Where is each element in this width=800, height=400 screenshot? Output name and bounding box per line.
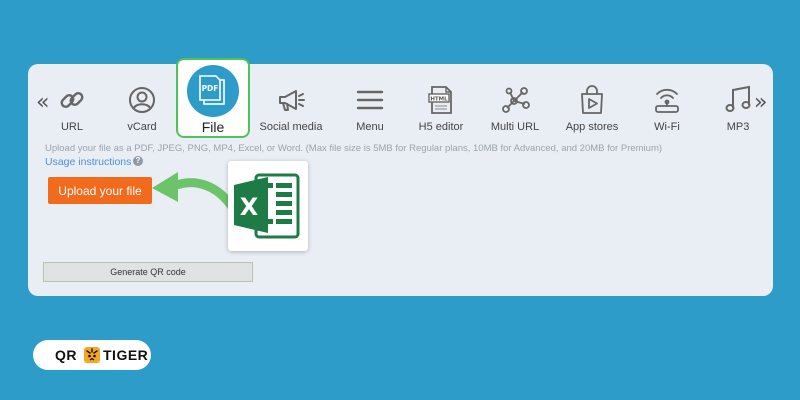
network-nodes-icon	[502, 87, 530, 113]
tab-file-label: File	[201, 119, 225, 135]
tab-app-stores[interactable]: App stores	[552, 84, 632, 133]
logo-text-left: QR	[55, 347, 77, 363]
html-icon-text: HTML	[430, 97, 448, 103]
file-tab-badge: PDF	[187, 65, 239, 117]
pdf-file-icon: PDF	[199, 75, 225, 105]
tab-h5-editor-label: H5 editor	[418, 121, 464, 133]
logo-text-right: TIGER	[103, 347, 149, 363]
tab-vcard-label: vCard	[127, 121, 157, 133]
tab-menu[interactable]: Menu	[330, 84, 410, 133]
tab-app-stores-label: App stores	[565, 121, 619, 133]
upload-file-button[interactable]: Upload your file	[48, 177, 152, 204]
help-icon[interactable]: ?	[133, 156, 143, 166]
tab-social-media[interactable]: Social media	[251, 84, 331, 133]
excel-icon: X	[234, 173, 300, 239]
shopping-bag-play-icon	[581, 85, 603, 114]
music-note-icon	[725, 85, 751, 112]
tab-url[interactable]: URL	[32, 84, 112, 133]
tab-mp3[interactable]: MP3	[698, 84, 778, 133]
tab-wifi[interactable]: Wi-Fi	[627, 84, 707, 133]
upload-instructions: Upload your file as a PDF, JPEG, PNG, MP…	[45, 143, 663, 154]
qr-type-tabs: URL vCard PDF File Social media Menu HTM…	[0, 0, 800, 150]
pdf-icon-text: PDF	[202, 84, 219, 93]
qr-tiger-logo: QR TIGER	[33, 340, 151, 370]
tab-file[interactable]: PDF File	[176, 58, 250, 138]
excel-icon-letter: X	[240, 193, 259, 221]
usage-instructions-link[interactable]: Usage instructions	[45, 156, 131, 168]
tab-url-label: URL	[60, 121, 83, 133]
tab-h5-editor[interactable]: HTML H5 editor	[401, 84, 481, 133]
tab-social-media-label: Social media	[259, 121, 323, 133]
curved-arrow-icon	[152, 172, 238, 214]
user-circle-icon	[129, 87, 155, 113]
tab-menu-label: Menu	[356, 121, 384, 133]
tab-multi-url[interactable]: Multi URL	[475, 84, 555, 133]
excel-file-card: X	[228, 161, 308, 251]
generate-qr-code-button[interactable]: Generate QR code	[43, 262, 253, 282]
tab-multi-url-label: Multi URL	[490, 121, 540, 133]
tab-mp3-label: MP3	[726, 121, 750, 133]
hamburger-menu-icon	[356, 90, 384, 110]
tiger-face-icon	[84, 347, 100, 363]
tab-wifi-label: Wi-Fi	[654, 121, 680, 133]
tab-vcard[interactable]: vCard	[102, 84, 182, 133]
wifi-router-icon	[655, 88, 679, 113]
link-icon	[60, 92, 84, 108]
megaphone-icon	[279, 90, 305, 111]
html-file-icon: HTML	[428, 86, 452, 114]
